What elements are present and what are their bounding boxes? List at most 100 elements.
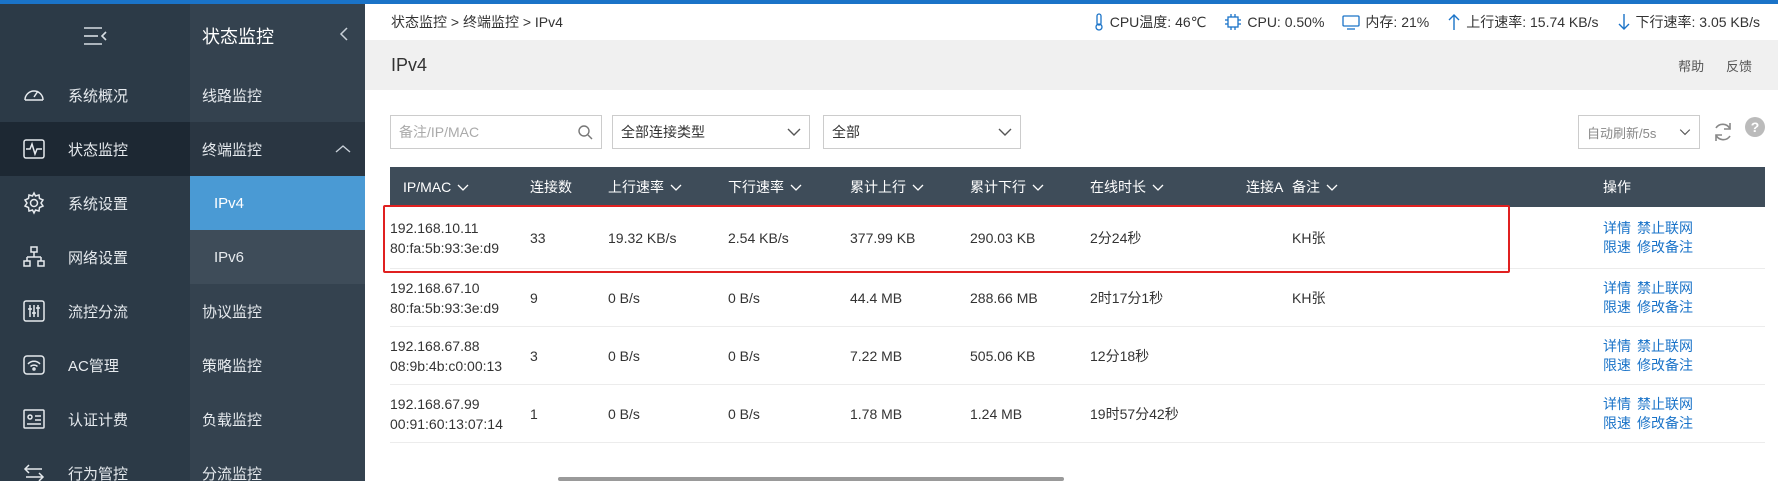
scope-select[interactable]: 全部 <box>823 115 1021 149</box>
sort-chevron-icon <box>457 179 469 195</box>
column-header-label: 上行速率 <box>608 179 664 195</box>
page-title: IPv4 <box>391 54 428 75</box>
cell-up: 0 B/s <box>608 347 640 364</box>
table-row[interactable]: 192.168.67.10 80:fa:5b:93:3e:d9 9 0 B/s 0 B/… <box>390 269 1765 327</box>
sidebar-item-4[interactable]: 流控分流 <box>0 284 190 338</box>
feedback-link[interactable]: 反馈 <box>1726 59 1752 74</box>
connection-type-select[interactable]: 全部连接类型 <box>612 115 810 149</box>
rate-limit-link[interactable]: 限速 <box>1603 415 1631 431</box>
secondary-sidebar: 状态监控 线路监控 终端监控 IPv4 IPv6 协议监控 策略监控 负载监控 分流监控 <box>190 4 365 481</box>
row-actions: 详情 禁止联网 限速 修改备注 <box>1459 279 1699 317</box>
table-row[interactable]: 192.168.10.11 80:fa:5b:93:3e:d9 33 19.32 KB… <box>390 207 1765 269</box>
sidebar-item-label: 系统概况 <box>68 87 129 105</box>
monitor-icon <box>1342 14 1361 30</box>
wifi-icon <box>22 353 46 377</box>
column-header-1[interactable]: 连接数 <box>530 177 608 197</box>
sidebar-item-label: AC管理 <box>68 357 119 375</box>
arrow-down-icon <box>1617 13 1631 31</box>
thermometer-icon <box>1093 13 1105 31</box>
submenu-item-4[interactable]: 协议监控 <box>190 284 365 338</box>
submenu-item-7[interactable]: 分流监控 <box>190 446 365 481</box>
chip-icon <box>1224 13 1242 31</box>
ip-mac-cell: 192.168.67.10 80:fa:5b:93:3e:d9 <box>390 278 530 318</box>
submenu-item-2[interactable]: IPv4 <box>190 176 365 230</box>
menu-toggle-button[interactable] <box>0 4 190 68</box>
edit-note-link[interactable]: 修改备注 <box>1637 299 1693 315</box>
help-question-icon[interactable]: ? <box>1745 117 1765 137</box>
search-input[interactable]: 备注/IP/MAC <box>390 115 602 149</box>
table-row[interactable]: 192.168.67.99 00:91:60:13:07:14 1 0 B/s 0 B/… <box>390 385 1765 443</box>
primary-sidebar: 系统概况状态监控 系统设置 网络设置 流控分流 AC管理认证计费 行为管控 <box>0 4 190 481</box>
submenu-item-1[interactable]: 终端监控 <box>190 122 365 176</box>
refresh-icon[interactable] <box>1711 120 1735 144</box>
column-header-7[interactable]: 连接A <box>1246 177 1292 197</box>
column-header-0[interactable]: IP/MAC <box>390 179 530 195</box>
sidebar-item-6[interactable]: 认证计费 <box>0 392 190 446</box>
rate-limit-link[interactable]: 限速 <box>1603 299 1631 315</box>
cell-down: 0 B/s <box>728 347 760 364</box>
ip-mac-cell: 192.168.10.11 80:fa:5b:93:3e:d9 <box>390 218 530 258</box>
sidebar-item-5[interactable]: AC管理 <box>0 338 190 392</box>
cell-online: 2时17分1秒 <box>1090 289 1164 306</box>
column-header-5[interactable]: 累计下行 <box>970 177 1090 197</box>
mac-address: 00:91:60:13:07:14 <box>390 415 503 432</box>
submenu-item-6[interactable]: 负载监控 <box>190 392 365 446</box>
chevron-down-icon <box>787 128 801 136</box>
arrows-icon <box>22 461 46 481</box>
submenu-item-label: 负载监控 <box>202 411 263 429</box>
cell-online: 19时57分42秒 <box>1090 405 1179 422</box>
cell-total-down: 505.06 KB <box>970 347 1036 364</box>
sidebar-item-2[interactable]: 系统设置 <box>0 176 190 230</box>
column-header-6[interactable]: 在线时长 <box>1090 177 1246 197</box>
breadcrumb: 状态监控 > 终端监控 > IPv4 <box>391 14 563 30</box>
rate-limit-link[interactable]: 限速 <box>1603 239 1631 255</box>
detail-link[interactable]: 详情 <box>1603 338 1631 354</box>
sort-chevron-icon <box>670 179 682 195</box>
status-bar: 状态监控 > 终端监控 > IPv4 CPU温度: 46℃ CPU: 0.50%… <box>365 4 1778 40</box>
edit-note-link[interactable]: 修改备注 <box>1637 415 1693 431</box>
edit-note-link[interactable]: 修改备注 <box>1637 357 1693 373</box>
detail-link[interactable]: 详情 <box>1603 280 1631 296</box>
submenu-item-3[interactable]: IPv6 <box>190 230 365 284</box>
terminal-table: IP/MAC 连接数 上行速率 下行速率 累计上行 累计下行 在线时长 连接A 备注 操作 192… <box>390 167 1765 443</box>
gear-icon <box>22 191 46 215</box>
sort-chevron-icon <box>1152 179 1164 195</box>
column-header-3[interactable]: 下行速率 <box>728 177 850 197</box>
detail-link[interactable]: 详情 <box>1603 396 1631 412</box>
block-network-link[interactable]: 禁止联网 <box>1637 220 1693 236</box>
cell-down: 0 B/s <box>728 405 760 422</box>
column-header-2[interactable]: 上行速率 <box>608 177 728 197</box>
search-icon[interactable] <box>577 124 593 140</box>
block-network-link[interactable]: 禁止联网 <box>1637 280 1693 296</box>
horizontal-scrollbar[interactable] <box>558 477 1064 481</box>
mac-address: 08:9b:4b:c0:00:13 <box>390 357 503 374</box>
arrow-up-icon <box>1447 13 1461 31</box>
column-header-8[interactable]: 备注 <box>1292 177 1459 197</box>
collapse-submenu-icon[interactable] <box>339 26 349 47</box>
column-header-9[interactable]: 操作 <box>1459 177 1765 197</box>
cell-note: KH张 <box>1292 229 1326 246</box>
sidebar-item-0[interactable]: 系统概况 <box>0 68 190 122</box>
ip-address: 192.168.67.99 <box>390 395 480 412</box>
table-row[interactable]: 192.168.67.88 08:9b:4b:c0:00:13 3 0 B/s 0 B/… <box>390 327 1765 385</box>
sidebar-item-3[interactable]: 网络设置 <box>0 230 190 284</box>
sort-chevron-icon <box>790 179 802 195</box>
submenu-item-5[interactable]: 策略监控 <box>190 338 365 392</box>
filter-bar: 备注/IP/MAC 全部连接类型 全部 自动刷新/5s ? <box>390 115 1765 149</box>
sidebar-item-1[interactable]: 状态监控 <box>0 122 190 176</box>
auto-refresh-select[interactable]: 自动刷新/5s <box>1578 115 1700 149</box>
detail-link[interactable]: 详情 <box>1603 220 1631 236</box>
page-header: IPv4 帮助 反馈 <box>365 40 1778 90</box>
submenu-item-label: 策略监控 <box>202 357 263 375</box>
gauge-icon <box>22 83 46 107</box>
column-header-4[interactable]: 累计上行 <box>850 177 970 197</box>
sidebar-item-7[interactable]: 行为管控 <box>0 446 190 481</box>
mac-address: 80:fa:5b:93:3e:d9 <box>390 239 499 256</box>
help-link[interactable]: 帮助 <box>1678 59 1704 74</box>
rate-limit-link[interactable]: 限速 <box>1603 357 1631 373</box>
block-network-link[interactable]: 禁止联网 <box>1637 396 1693 412</box>
submenu-item-0[interactable]: 线路监控 <box>190 68 365 122</box>
edit-note-link[interactable]: 修改备注 <box>1637 239 1693 255</box>
block-network-link[interactable]: 禁止联网 <box>1637 338 1693 354</box>
row-actions: 详情 禁止联网 限速 修改备注 <box>1459 395 1699 433</box>
